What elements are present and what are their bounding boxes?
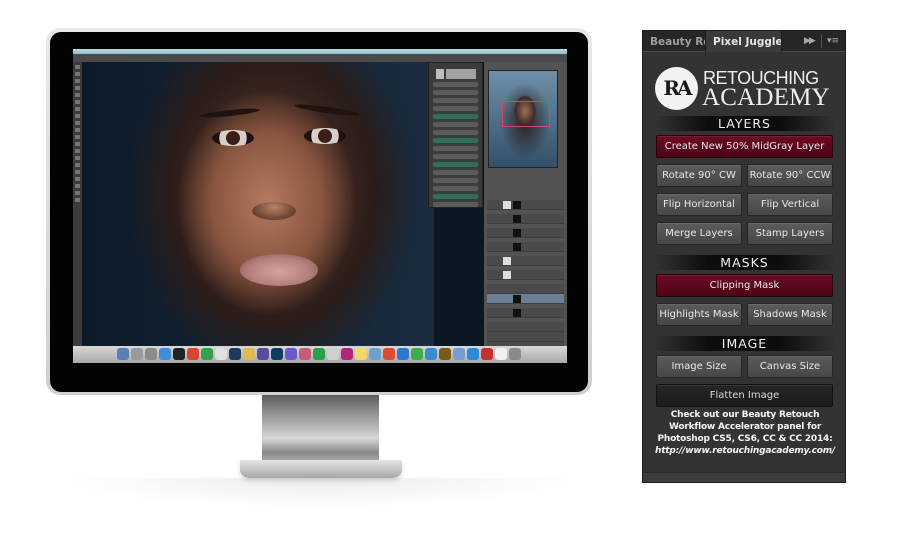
- photoshop-toolbox: [73, 62, 82, 346]
- layer-row: [487, 242, 564, 252]
- dock-app-icon: [159, 348, 171, 360]
- navigator-view-box: [502, 101, 550, 127]
- dock-app-icon: [173, 348, 185, 360]
- create-midgray-layer-button[interactable]: Create New 50% MidGray Layer: [656, 135, 833, 158]
- panel-footer: [643, 472, 845, 482]
- layer-row: [487, 270, 564, 280]
- dock-app-icon: [383, 348, 395, 360]
- dock-app-icon: [201, 348, 213, 360]
- dock-app-icon: [145, 348, 157, 360]
- left-eye: [212, 130, 254, 146]
- dock-app-icon: [271, 348, 283, 360]
- dock-app-icon: [355, 348, 367, 360]
- dock-app-icon: [215, 348, 227, 360]
- dock-app-icon: [481, 348, 493, 360]
- navigator-thumbnail: [488, 70, 558, 168]
- pixel-juggler-panel: Beauty Ret Pixel Juggler ▶▶ ▾≡ RA RETOUC…: [642, 30, 846, 483]
- layer-row: [487, 200, 564, 210]
- dock-app-icon: [229, 348, 241, 360]
- dock-app-icon: [453, 348, 465, 360]
- tab-divider: [821, 35, 822, 48]
- dock-app-icon: [327, 348, 339, 360]
- dock-app-icon: [341, 348, 353, 360]
- nose: [252, 202, 296, 220]
- dock-app-icon: [299, 348, 311, 360]
- layer-row: [487, 284, 564, 294]
- portrait-photo: [82, 62, 434, 346]
- promo-text-block: Check out our Beauty Retouch Workflow Ac…: [651, 409, 839, 457]
- layer-row: [487, 256, 564, 266]
- panel-tab-bar: Beauty Ret Pixel Juggler ▶▶ ▾≡: [643, 31, 845, 52]
- section-title-masks: MASKS: [654, 255, 835, 270]
- monitor-shadow: [60, 478, 580, 508]
- collapse-panel-icon[interactable]: ▶▶: [804, 35, 816, 48]
- flip-horizontal-button[interactable]: Flip Horizontal: [656, 193, 742, 216]
- tab-pixel-juggler[interactable]: Pixel Juggler: [705, 31, 782, 52]
- rotate-ccw-button[interactable]: Rotate 90° CCW: [747, 164, 833, 187]
- panel-menu-icon[interactable]: ▾≡: [827, 35, 839, 48]
- layer-row: [487, 308, 564, 318]
- monitor-screen: [73, 49, 567, 363]
- logo-text-academy: ACADEMY: [702, 84, 830, 111]
- tab-beauty-retouch[interactable]: Beauty Ret: [643, 31, 705, 52]
- right-eye: [304, 128, 346, 144]
- flatten-image-button[interactable]: Flatten Image: [656, 384, 833, 407]
- dock-app-icon: [369, 348, 381, 360]
- left-eyebrow: [199, 106, 261, 120]
- image-size-button[interactable]: Image Size: [656, 355, 742, 378]
- layer-row: [487, 322, 564, 332]
- layer-row: [487, 332, 564, 342]
- dock-app-icon: [425, 348, 437, 360]
- section-title-layers: LAYERS: [654, 116, 835, 131]
- lips: [240, 254, 318, 286]
- beauty-retouch-panel-miniature: [428, 62, 483, 208]
- dock-app-icon: [131, 348, 143, 360]
- dock-icons: [117, 348, 521, 360]
- rotate-cw-button[interactable]: Rotate 90° CW: [656, 164, 742, 187]
- dock-app-icon: [467, 348, 479, 360]
- promo-text: Check out our Beauty Retouch Workflow Ac…: [657, 410, 833, 444]
- dock-app-icon: [187, 348, 199, 360]
- clipping-mask-button[interactable]: Clipping Mask: [656, 274, 833, 297]
- right-eyebrow: [293, 102, 361, 118]
- dock-app-icon: [439, 348, 451, 360]
- dock-app-icon: [509, 348, 521, 360]
- dock-app-icon: [397, 348, 409, 360]
- ra-monogram-icon: RA: [655, 67, 698, 110]
- photoshop-right-panels: [484, 62, 567, 352]
- shadows-mask-button[interactable]: Shadows Mask: [747, 303, 833, 326]
- dock-app-icon: [285, 348, 297, 360]
- highlights-mask-button[interactable]: Highlights Mask: [656, 303, 742, 326]
- monitor-stand-foot: [240, 460, 402, 478]
- layer-row: [487, 214, 564, 224]
- layer-row: [487, 228, 564, 238]
- dock-app-icon: [117, 348, 129, 360]
- mac-dock: [73, 346, 567, 363]
- monitor-bezel: [50, 32, 588, 392]
- layer-row-selected: [487, 294, 564, 304]
- monitor-stand-neck: [262, 395, 379, 465]
- merge-layers-button[interactable]: Merge Layers: [656, 222, 742, 245]
- dock-app-icon: [411, 348, 423, 360]
- dock-app-icon: [313, 348, 325, 360]
- monitor: [46, 28, 592, 395]
- canvas-size-button[interactable]: Canvas Size: [747, 355, 833, 378]
- flip-vertical-button[interactable]: Flip Vertical: [747, 193, 833, 216]
- dock-app-icon: [243, 348, 255, 360]
- promo-link[interactable]: http://www.retouchingacademy.com/: [651, 445, 839, 457]
- section-title-image: IMAGE: [654, 336, 835, 351]
- dock-app-icon: [495, 348, 507, 360]
- stamp-layers-button[interactable]: Stamp Layers: [747, 222, 833, 245]
- photoshop-options-bar: [73, 54, 567, 62]
- retouching-academy-logo: RA RETOUCHING ACADEMY: [655, 67, 835, 111]
- dock-app-icon: [257, 348, 269, 360]
